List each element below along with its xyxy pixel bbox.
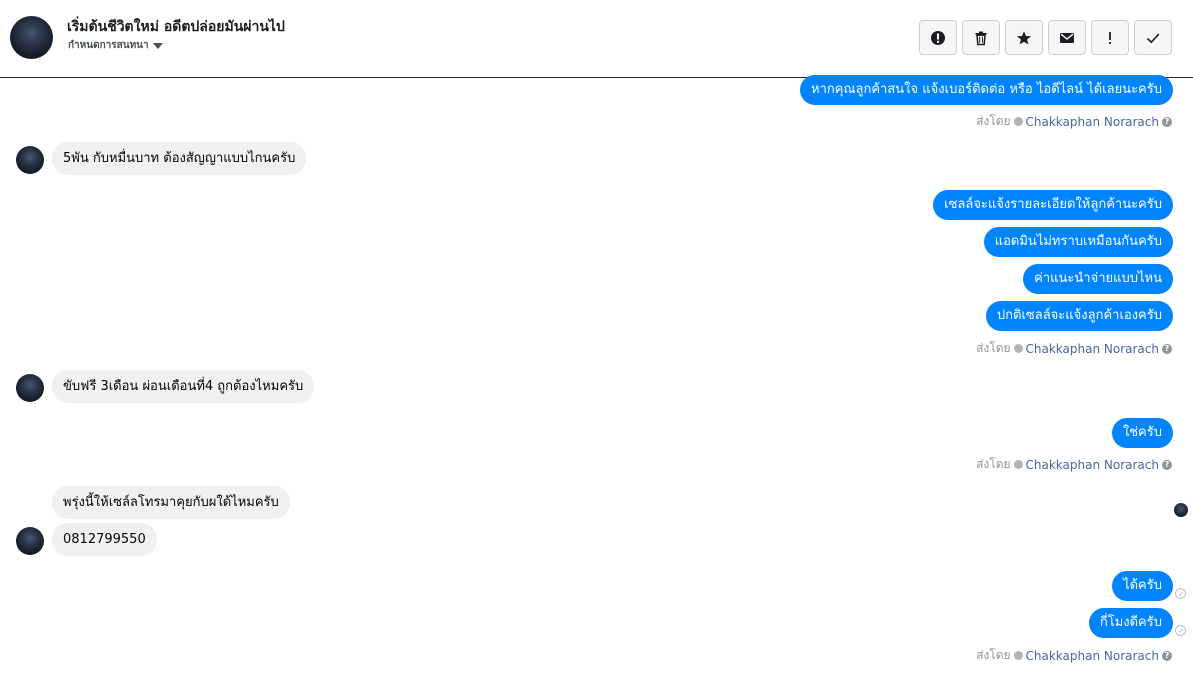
sent-by-label: ส่งโดย Chakkaphan Norarach ?: [976, 455, 1172, 474]
outgoing-message[interactable]: หากคุณลูกค้าสนใจ แจ้งเบอร์ติดต่อ หรือ ไอ…: [800, 75, 1173, 105]
incoming-message[interactable]: พรุ่งนี้ให้เซล์ลโทรมาคุยกับผใด้ไหมครับ: [52, 486, 290, 519]
verified-check-icon: [1013, 344, 1023, 353]
verified-check-icon: [1013, 460, 1023, 469]
sender-name-link[interactable]: Chakkaphan Norarach: [1026, 342, 1159, 356]
sender-name-link[interactable]: Chakkaphan Norarach: [1026, 115, 1159, 129]
incoming-message[interactable]: 0812799550: [52, 523, 157, 556]
contact-avatar-small[interactable]: [16, 527, 44, 555]
caret-down-icon: [152, 42, 163, 49]
done-button[interactable]: [1134, 20, 1172, 55]
conversation-header: เริ่มต้นชีวิตใหม่ อดีตปล่อยมันผ่านไป กำห…: [0, 0, 1193, 78]
outgoing-message[interactable]: ค่าแนะนำจ่ายแบบไหน: [1023, 264, 1173, 294]
sender-name-link[interactable]: Chakkaphan Norarach: [1026, 458, 1159, 472]
help-icon[interactable]: ?: [1162, 343, 1172, 354]
incoming-message[interactable]: ขับฟรี 3เดือน ผ่อนเดือนที่4 ถูกต้องไหมคร…: [52, 370, 315, 403]
outgoing-message[interactable]: กี่โมงดีครับ: [1088, 608, 1173, 638]
verified-check-icon: [1013, 651, 1023, 660]
outgoing-message[interactable]: ได้ครับ: [1112, 571, 1173, 601]
exclamation-icon: [1109, 31, 1111, 44]
spam-button[interactable]: [919, 20, 957, 55]
check-icon: [1146, 32, 1160, 43]
contact-avatar-small[interactable]: [16, 374, 44, 402]
sent-by-label: ส่งโดย Chakkaphan Norarach ?: [976, 112, 1172, 131]
help-icon[interactable]: ?: [1162, 650, 1172, 661]
trash-icon: [975, 31, 987, 45]
help-icon[interactable]: ?: [1162, 459, 1172, 470]
delete-button[interactable]: [962, 20, 1000, 55]
contact-avatar-small[interactable]: [16, 146, 44, 174]
sender-name-link[interactable]: Chakkaphan Norarach: [1026, 649, 1159, 663]
outgoing-message[interactable]: แอดมินไม่ทราบเหมือนกันครับ: [983, 227, 1173, 257]
outgoing-message[interactable]: ปกติเซลล์จะแจ้งลูกค้าเองครับ: [985, 301, 1173, 331]
seen-avatar: [1174, 503, 1188, 517]
sent-by-label: ส่งโดย Chakkaphan Norarach ?: [976, 339, 1172, 358]
conversation-settings-label: กำหนดการสนทนา: [68, 40, 149, 51]
star-button[interactable]: [1005, 20, 1043, 55]
incoming-message[interactable]: 5พัน กับหมื่นบาท ต้องสัญญาแบบไกนครับ: [52, 142, 307, 175]
conversation-toolbar: [919, 20, 1172, 55]
mark-unread-button[interactable]: [1048, 20, 1086, 55]
alert-circle-icon: [931, 30, 945, 45]
star-icon: [1017, 30, 1031, 44]
contact-name[interactable]: เริ่มต้นชีวิตใหม่ อดีตปล่อยมันผ่านไป: [67, 16, 285, 38]
delivered-check-icon: [1175, 625, 1186, 636]
contact-avatar[interactable]: [10, 16, 53, 59]
envelope-icon: [1060, 32, 1074, 43]
sent-by-label: ส่งโดย Chakkaphan Norarach ?: [976, 646, 1172, 665]
conversation-settings-dropdown[interactable]: กำหนดการสนทนา: [68, 38, 163, 53]
message-thread[interactable]: หากคุณลูกค้าสนใจ แจ้งเบอร์ติดต่อ หรือ ไอ…: [0, 75, 1193, 692]
outgoing-message[interactable]: เซลล์จะแจ้งรายละเอียดให้ลูกค้านะครับ: [933, 190, 1173, 220]
verified-check-icon: [1013, 117, 1023, 126]
important-button[interactable]: [1091, 20, 1129, 55]
delivered-check-icon: [1175, 588, 1186, 599]
outgoing-message[interactable]: ใช่ครับ: [1111, 418, 1173, 448]
help-icon[interactable]: ?: [1162, 116, 1172, 127]
